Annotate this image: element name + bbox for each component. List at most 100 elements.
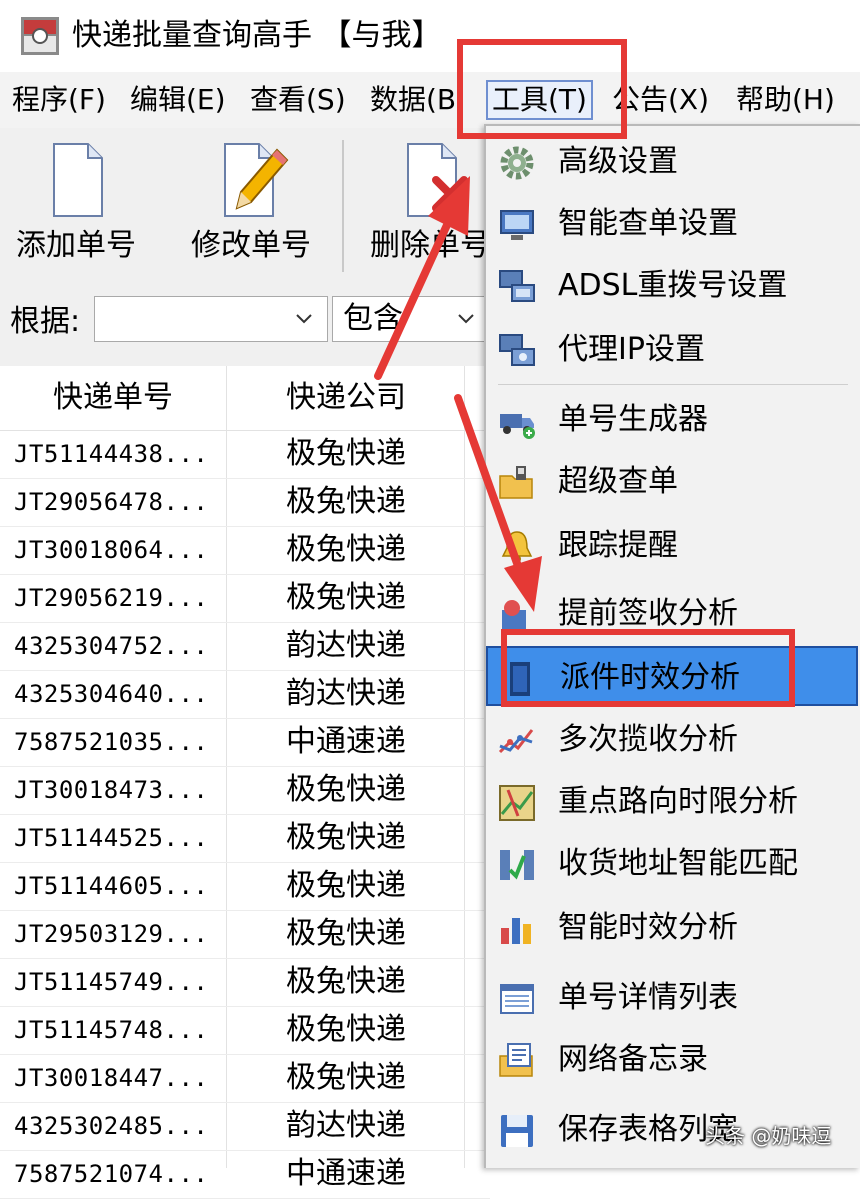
- menu-item-label: 智能查单设置: [558, 206, 738, 241]
- tracking-no-cell: JT29503129...: [14, 920, 209, 948]
- filter-field-select[interactable]: [94, 296, 328, 342]
- tracking-no-cell: JT51145748...: [14, 1016, 209, 1044]
- filter-match-value: 包含: [343, 301, 403, 336]
- table-row[interactable]: JT29503129... 极兔快递: [0, 910, 490, 959]
- table-header: 快递单号 快递公司: [0, 366, 490, 431]
- proxy-icon: [499, 334, 535, 366]
- column-header-tracking-no[interactable]: 快递单号: [0, 366, 226, 430]
- tracking-no-cell: JT29056478...: [14, 488, 209, 516]
- add-tracking-button[interactable]: 添加单号: [6, 136, 146, 276]
- table-row[interactable]: 4325302485... 韵达快递: [0, 1102, 490, 1151]
- menu-separator: [498, 384, 848, 385]
- menu-item-label: 提前签收分析: [558, 596, 738, 631]
- menu-item-key-route-time-analysis[interactable]: 重点路向时限分析: [486, 772, 858, 832]
- tracking-no-cell: 7587521074...: [14, 1160, 209, 1188]
- table-row[interactable]: 4325304752... 韵达快递: [0, 622, 490, 671]
- table-row[interactable]: JT30018473... 极兔快递: [0, 766, 490, 815]
- company-cell: 极兔快递: [286, 868, 406, 903]
- tracking-table: 快递单号 快递公司 JT51144438... 极兔快递 JT29056478..…: [0, 366, 490, 1199]
- menu-item-label: 高级设置: [558, 144, 678, 179]
- line-chart-icon: [498, 729, 534, 754]
- table-row[interactable]: JT51144525... 极兔快递: [0, 814, 490, 863]
- new-document-icon: [53, 143, 103, 217]
- table-row[interactable]: JT51144605... 极兔快递: [0, 862, 490, 911]
- menu-item-smart-time-analysis[interactable]: 智能时效分析: [486, 898, 858, 958]
- edit-document-icon: [224, 143, 289, 217]
- company-cell: 极兔快递: [286, 484, 406, 519]
- menu-item-tracking-reminder[interactable]: 跟踪提醒: [486, 516, 858, 576]
- menu-item-label: 网络备忘录: [558, 1042, 708, 1077]
- table-row[interactable]: 7587521074... 中通速递: [0, 1150, 490, 1199]
- table-row[interactable]: 7587521035... 中通速递: [0, 718, 490, 767]
- filter-label: 根据:: [10, 304, 81, 339]
- table-row[interactable]: JT30018064... 极兔快递: [0, 526, 490, 575]
- menu-item-multi-pickup-analysis[interactable]: 多次揽收分析: [486, 710, 858, 770]
- tracking-no-cell: JT30018064...: [14, 536, 209, 564]
- tracking-no-cell: JT30018473...: [14, 776, 209, 804]
- menu-item-advanced-settings[interactable]: 高级设置: [486, 132, 858, 192]
- company-cell: 中通速递: [286, 1156, 406, 1191]
- truck-icon: [500, 414, 535, 439]
- company-cell: 极兔快递: [286, 820, 406, 855]
- tracking-no-cell: JT30018447...: [14, 1064, 209, 1092]
- menu-item-address-smart-match[interactable]: 收货地址智能匹配: [486, 834, 858, 894]
- menu-item-label: 跟踪提醒: [558, 528, 678, 563]
- company-cell: 极兔快递: [286, 1012, 406, 1047]
- delete-tracking-button[interactable]: 删除单号: [360, 136, 500, 276]
- menu-item-smart-query-settings[interactable]: 智能查单设置: [486, 194, 858, 254]
- company-cell: 极兔快递: [286, 964, 406, 999]
- menu-notice[interactable]: 公告(X): [612, 80, 709, 120]
- title-bar: 快递批量查询高手 【与我】: [0, 0, 860, 73]
- column-header-company[interactable]: 快递公司: [228, 366, 464, 430]
- save-icon: [501, 1115, 533, 1147]
- company-cell: 韵达快递: [286, 1108, 406, 1143]
- menu-item-tracking-generator[interactable]: 单号生成器: [486, 390, 858, 450]
- menu-data[interactable]: 数据(B: [370, 80, 456, 120]
- memo-icon: [499, 1043, 533, 1077]
- delete-tracking-label: 删除单号: [370, 228, 490, 263]
- table-row[interactable]: JT29056219... 极兔快递: [0, 574, 490, 623]
- edit-tracking-button[interactable]: 修改单号: [178, 136, 324, 276]
- delete-document-icon: [407, 143, 468, 217]
- menu-item-super-query[interactable]: 超级查单: [486, 452, 858, 512]
- tracking-no-cell: JT51145749...: [14, 968, 209, 996]
- menu-item-label: 收货地址智能匹配: [558, 846, 798, 881]
- menu-item-label: 智能时效分析: [558, 910, 738, 945]
- table-row[interactable]: JT51144438... 极兔快递: [0, 430, 490, 479]
- map-icon: [499, 785, 535, 821]
- table-row[interactable]: JT51145748... 极兔快递: [0, 1006, 490, 1055]
- folder-search-icon: [499, 466, 533, 499]
- menu-bar: 程序(F) 编辑(E) 查看(S) 数据(B 工具(T) 公告(X) 帮助(H): [0, 72, 860, 129]
- menu-item-delivery-time-analysis[interactable]: 派件时效分析: [486, 646, 858, 706]
- menu-help[interactable]: 帮助(H): [736, 80, 835, 120]
- table-row[interactable]: JT51145749... 极兔快递: [0, 958, 490, 1007]
- menu-tools[interactable]: 工具(T): [486, 80, 593, 120]
- company-cell: 韵达快递: [286, 628, 406, 663]
- menu-item-proxy-ip-settings[interactable]: 代理IP设置: [486, 320, 858, 380]
- menu-program[interactable]: 程序(F): [12, 80, 106, 120]
- app-logo-icon: [21, 17, 59, 55]
- table-row[interactable]: 4325304640... 韵达快递: [0, 670, 490, 719]
- monitor-icon: [500, 210, 534, 240]
- menu-item-network-memo[interactable]: 网络备忘录: [486, 1030, 858, 1090]
- menu-item-adsl-redial-settings[interactable]: ADSL重拨号设置: [486, 256, 858, 316]
- menu-item-label: 超级查单: [558, 464, 678, 499]
- bar-chart-icon: [501, 918, 531, 944]
- table-row[interactable]: JT30018447... 极兔快递: [0, 1054, 490, 1103]
- gear-icon: [500, 146, 534, 180]
- delivery-chart-icon: [510, 662, 530, 696]
- table-row[interactable]: JT29056478... 极兔快递: [0, 478, 490, 527]
- menu-item-label: 派件时效分析: [560, 660, 740, 695]
- menu-item-tracking-detail-list[interactable]: 单号详情列表: [486, 968, 858, 1028]
- menu-item-label: 代理IP设置: [558, 332, 705, 367]
- match-icon: [500, 850, 534, 880]
- edit-tracking-label: 修改单号: [191, 228, 311, 263]
- menu-view[interactable]: 查看(S): [250, 80, 346, 120]
- filter-match-select[interactable]: 包含: [332, 296, 490, 342]
- menu-item-early-signoff-analysis[interactable]: 提前签收分析: [486, 584, 858, 644]
- company-cell: 极兔快递: [286, 1060, 406, 1095]
- tracking-no-cell: JT29056219...: [14, 584, 209, 612]
- tracking-no-cell: 7587521035...: [14, 728, 209, 756]
- tracking-no-cell: 4325304640...: [14, 680, 209, 708]
- menu-edit[interactable]: 编辑(E): [130, 80, 226, 120]
